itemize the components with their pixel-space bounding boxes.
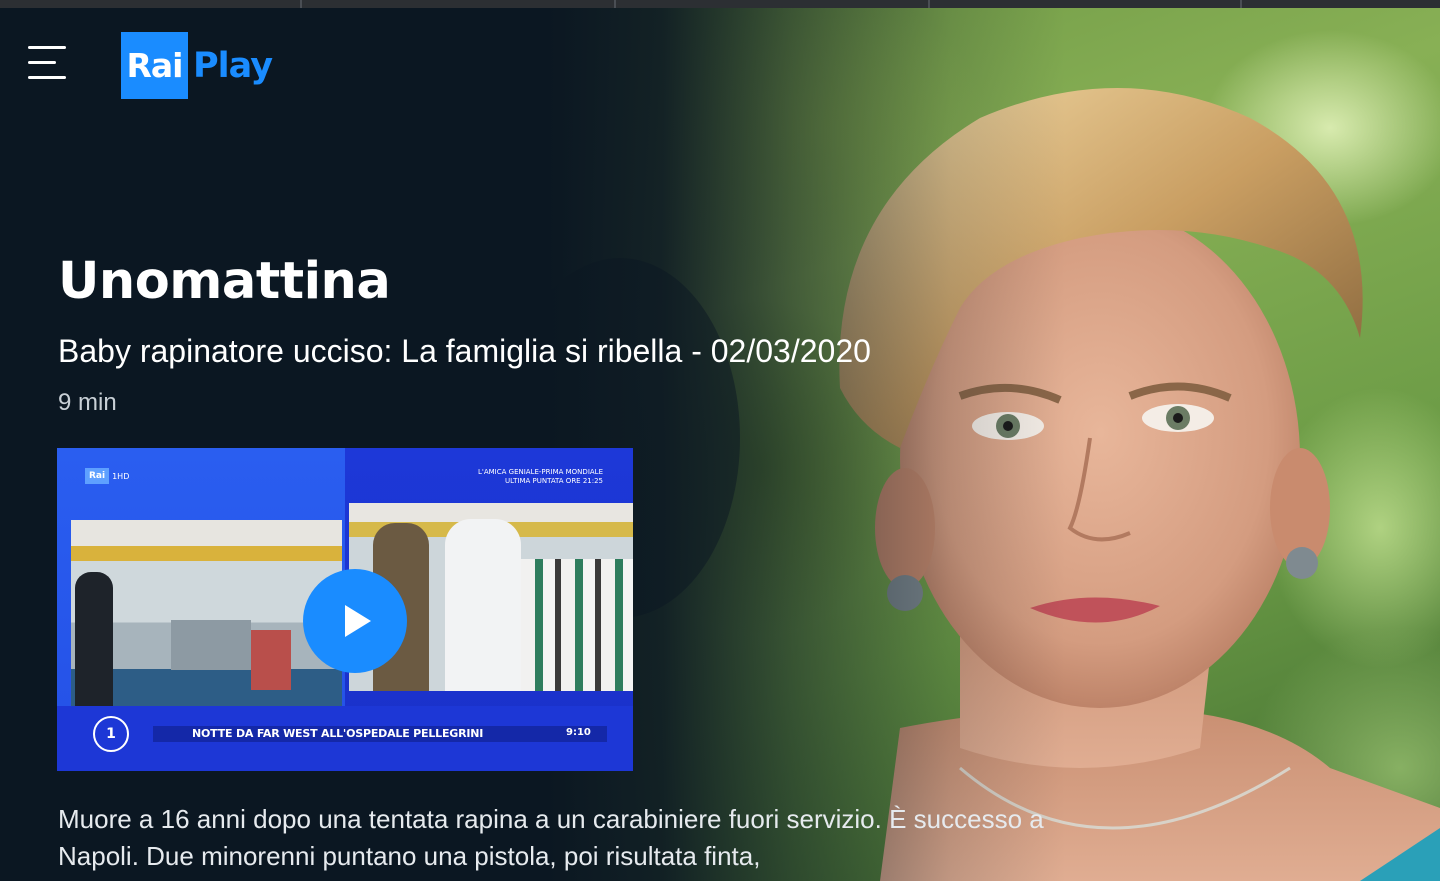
- menu-line: [28, 76, 66, 79]
- video-thumbnail[interactable]: Rai 1HD L'AMICA GENIALE-PRIMA MONDIALE U…: [57, 448, 633, 771]
- thumbnail-scene-left: [71, 520, 342, 706]
- strip-divider: [1240, 0, 1242, 8]
- raiplay-logo[interactable]: Rai Play: [121, 32, 273, 99]
- show-title: Unomattina: [58, 252, 391, 311]
- play-icon: [345, 605, 371, 637]
- logo-play: Play: [193, 45, 273, 86]
- strip-divider: [300, 0, 302, 8]
- promo-text: L'AMICA GENIALE-PRIMA MONDIALE ULTIMA PU…: [403, 468, 603, 486]
- promo-line: L'AMICA GENIALE-PRIMA MONDIALE: [478, 468, 603, 476]
- channel-badge-logo: Rai: [85, 468, 110, 484]
- logo-rai: Rai: [121, 32, 188, 99]
- thumbnail-clock: 9:10: [566, 727, 591, 738]
- play-button[interactable]: [303, 569, 407, 673]
- menu-line: [28, 61, 56, 64]
- strip-divider: [928, 0, 930, 8]
- scene-doctor: [445, 519, 521, 691]
- scene-equipment: [171, 620, 251, 670]
- strip-divider: [614, 0, 616, 8]
- thumbnail-caption: NOTTE DA FAR WEST ALL'OSPEDALE PELLEGRIN…: [192, 727, 484, 740]
- menu-line: [28, 46, 66, 49]
- scene-cart: [251, 630, 291, 690]
- hamburger-menu-button[interactable]: [24, 44, 70, 84]
- episode-description: Muore a 16 anni dopo una tentata rapina …: [58, 804, 1044, 871]
- channel-badge-suffix: 1HD: [112, 471, 130, 481]
- top-strip: [0, 0, 1440, 8]
- promo-line: ULTIMA PUNTATA ORE 21:25: [505, 477, 603, 485]
- channel-badge: Rai 1HD: [85, 466, 129, 486]
- raiplay-page: Rai Play Unomattina Baby rapinatore ucci…: [0, 0, 1440, 881]
- rai1-channel-icon: 1: [93, 716, 129, 752]
- episode-title: Baby rapinatore ucciso: La famiglia si r…: [58, 333, 871, 369]
- episode-duration: 9 min: [58, 389, 117, 416]
- scene-staff-group: [521, 559, 633, 691]
- scene-officer: [75, 572, 113, 706]
- thumbnail-lower-third: 1 NOTTE DA FAR WEST ALL'OSPEDALE PELLEGR…: [57, 706, 633, 771]
